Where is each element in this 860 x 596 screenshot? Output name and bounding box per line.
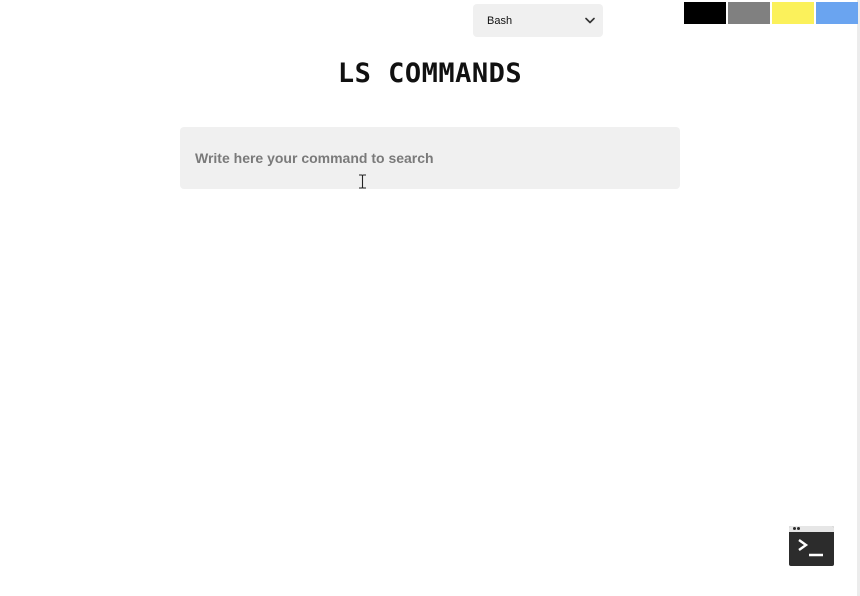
terminal-icon <box>798 539 823 557</box>
theme-swatch-yellow[interactable] <box>772 2 814 24</box>
language-select-value: Bash <box>487 14 513 27</box>
theme-swatch-blue[interactable] <box>816 2 858 24</box>
window-dot-icon <box>793 527 796 530</box>
search-input[interactable] <box>180 127 680 189</box>
theme-swatch-black[interactable] <box>684 2 726 24</box>
page-title: LS COMMANDS <box>337 58 523 89</box>
language-select[interactable]: Bash <box>473 4 603 37</box>
theme-swatches <box>684 2 858 24</box>
chevron-down-icon <box>583 14 597 28</box>
page: Bash LS COMMANDS <box>0 0 860 596</box>
theme-swatch-gray[interactable] <box>728 2 770 24</box>
terminal-button[interactable] <box>789 526 834 566</box>
text-cursor-icon <box>359 174 366 189</box>
window-dot-icon <box>797 527 800 530</box>
